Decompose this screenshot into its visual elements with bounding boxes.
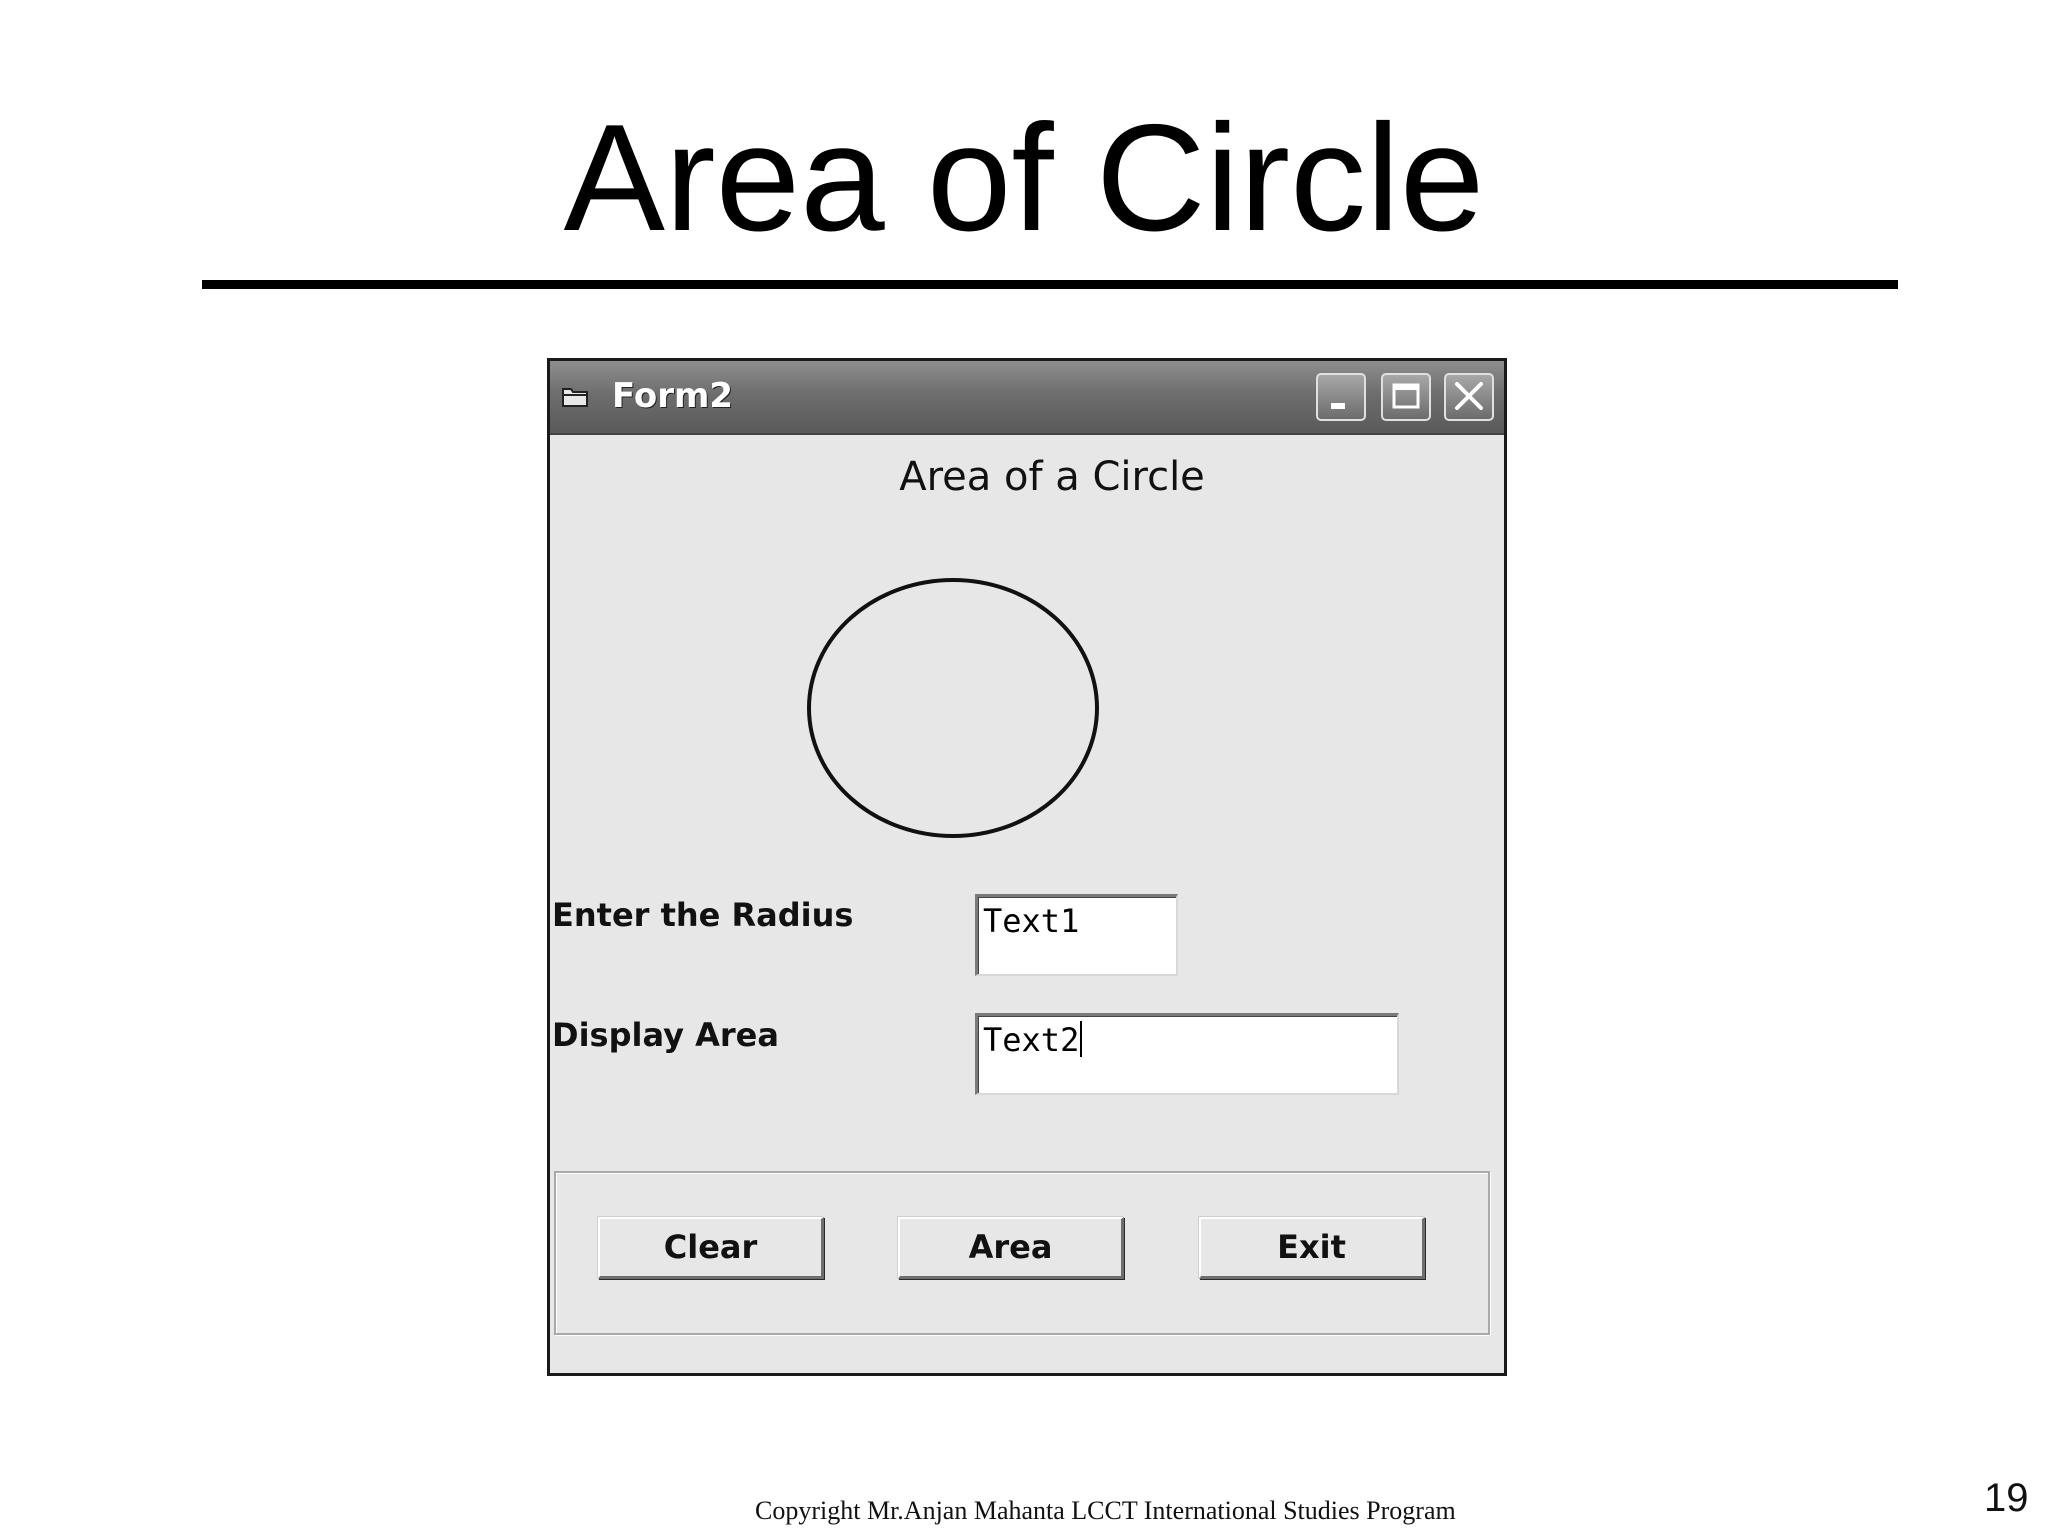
close-icon — [1455, 382, 1483, 410]
form-window: Form2 Area of a Circle Enter the Radius … — [547, 358, 1507, 1376]
copyright-footer: Copyright Mr.Anjan Mahanta LCCT Internat… — [755, 1496, 1456, 1525]
radius-input[interactable]: Text1 — [975, 894, 1178, 976]
title-divider — [202, 280, 1898, 289]
area-button[interactable]: Area — [898, 1217, 1124, 1279]
button-frame: Clear Area Exit — [554, 1171, 1490, 1335]
clear-button[interactable]: Clear — [598, 1217, 824, 1279]
maximize-button[interactable] — [1381, 373, 1431, 421]
minimize-icon — [1331, 403, 1345, 409]
text-caret — [1080, 1021, 1083, 1057]
form-heading: Area of a Circle — [899, 454, 1205, 500]
maximize-icon — [1392, 383, 1420, 409]
circle-shape — [807, 578, 1099, 838]
minimize-button[interactable] — [1316, 373, 1366, 421]
radius-input-value: Text1 — [983, 902, 1080, 940]
slide-title: Area of Circle — [563, 93, 1485, 263]
area-label: Display Area — [552, 1016, 779, 1054]
radius-label: Enter the Radius — [552, 896, 854, 934]
area-output-value: Text2 — [983, 1021, 1080, 1059]
close-button[interactable] — [1444, 373, 1494, 421]
area-output-field[interactable]: Text2 — [975, 1013, 1399, 1095]
form-icon[interactable] — [562, 385, 588, 407]
window-title: Form2 — [612, 376, 734, 416]
window-titlebar[interactable]: Form2 — [550, 361, 1504, 435]
exit-button[interactable]: Exit — [1199, 1217, 1425, 1279]
page-number: 19 — [1984, 1476, 2029, 1520]
